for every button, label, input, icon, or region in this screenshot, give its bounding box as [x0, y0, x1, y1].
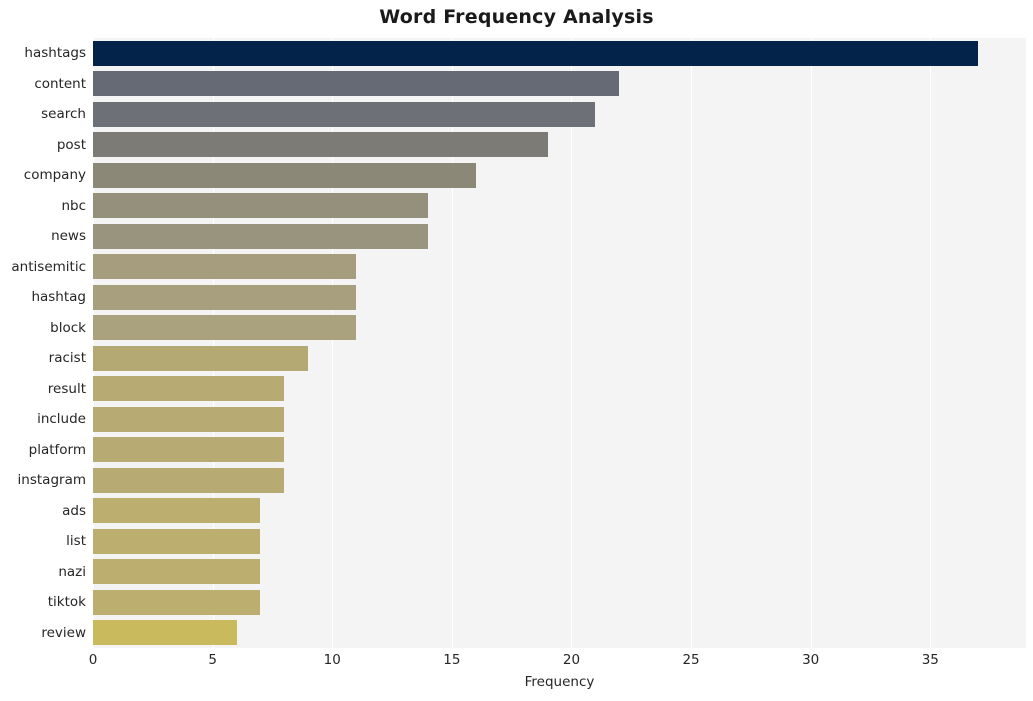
bar-nbc[interactable] [93, 193, 428, 219]
y-tick-label-news: news [51, 228, 86, 245]
x-tick-label-25: 25 [682, 652, 700, 668]
gridline-x-10 [332, 38, 334, 648]
y-tick-label-instagram: instagram [17, 472, 86, 489]
x-tick-label-5: 5 [208, 652, 217, 668]
y-tick-label-search: search [41, 106, 86, 123]
x-tick-label-35: 35 [921, 652, 939, 668]
bar-list[interactable] [93, 528, 261, 554]
bar-instagram[interactable] [93, 467, 285, 493]
y-tick-label-content: content [34, 75, 86, 92]
y-tick-label-include: include [37, 411, 86, 428]
bar-result[interactable] [93, 376, 285, 402]
bar-hashtags[interactable] [93, 40, 979, 66]
y-tick-label-nbc: nbc [61, 197, 86, 214]
y-tick-label-platform: platform [28, 441, 86, 458]
plot-area [93, 38, 1026, 648]
x-tick-label-20: 20 [562, 652, 581, 668]
y-tick-label-list: list [66, 533, 86, 550]
y-tick-label-hashtags: hashtags [24, 45, 86, 62]
gridline-x-25 [691, 38, 693, 648]
gridline-x-20 [571, 38, 573, 648]
y-tick-label-tiktok: tiktok [47, 594, 86, 611]
y-tick-label-result: result [47, 380, 86, 397]
gridline-x-15 [451, 38, 453, 648]
x-tick-label-10: 10 [323, 652, 341, 668]
bar-antisemitic[interactable] [93, 254, 357, 280]
bar-content[interactable] [93, 71, 620, 97]
y-tick-label-company: company [23, 167, 86, 184]
y-tick-label-hashtag: hashtag [31, 289, 86, 306]
bar-nazi[interactable] [93, 559, 261, 585]
x-tick-label-15: 15 [443, 652, 461, 668]
bar-company[interactable] [93, 162, 476, 188]
bar-tiktok[interactable] [93, 589, 261, 615]
y-tick-label-review: review [41, 624, 86, 641]
gridline-x-0 [93, 38, 94, 648]
bar-review[interactable] [93, 620, 237, 646]
y-axis-tick-labels: hashtags content search post company nbc news a… [0, 38, 86, 648]
x-axis-label: Frequency [524, 674, 595, 690]
gridline-x-30 [810, 38, 812, 648]
x-tick-label-0: 0 [88, 652, 98, 668]
y-tick-label-nazi: nazi [58, 563, 86, 580]
bar-news[interactable] [93, 223, 428, 249]
y-tick-label-post: post [56, 136, 86, 153]
y-tick-label-block: block [50, 319, 86, 336]
bar-search[interactable] [93, 101, 596, 127]
bar-post[interactable] [93, 132, 548, 158]
y-tick-label-ads: ads [62, 502, 86, 519]
gridline-x-5 [212, 38, 214, 648]
bar-ads[interactable] [93, 498, 261, 524]
word-frequency-chart-figure: Word Frequency Analysis hashtags content s… [0, 0, 1033, 701]
bar-platform[interactable] [93, 437, 285, 463]
x-tick-label-30: 30 [802, 652, 820, 668]
bar-racist[interactable] [93, 345, 309, 371]
bar-hashtag[interactable] [93, 284, 357, 310]
bar-block[interactable] [93, 315, 357, 341]
page-title: Word Frequency Analysis [379, 6, 654, 28]
bar-include[interactable] [93, 406, 285, 432]
gridline-x-35 [930, 38, 932, 648]
y-tick-label-racist: racist [48, 350, 86, 367]
y-tick-label-antisemitic: antisemitic [11, 258, 86, 275]
